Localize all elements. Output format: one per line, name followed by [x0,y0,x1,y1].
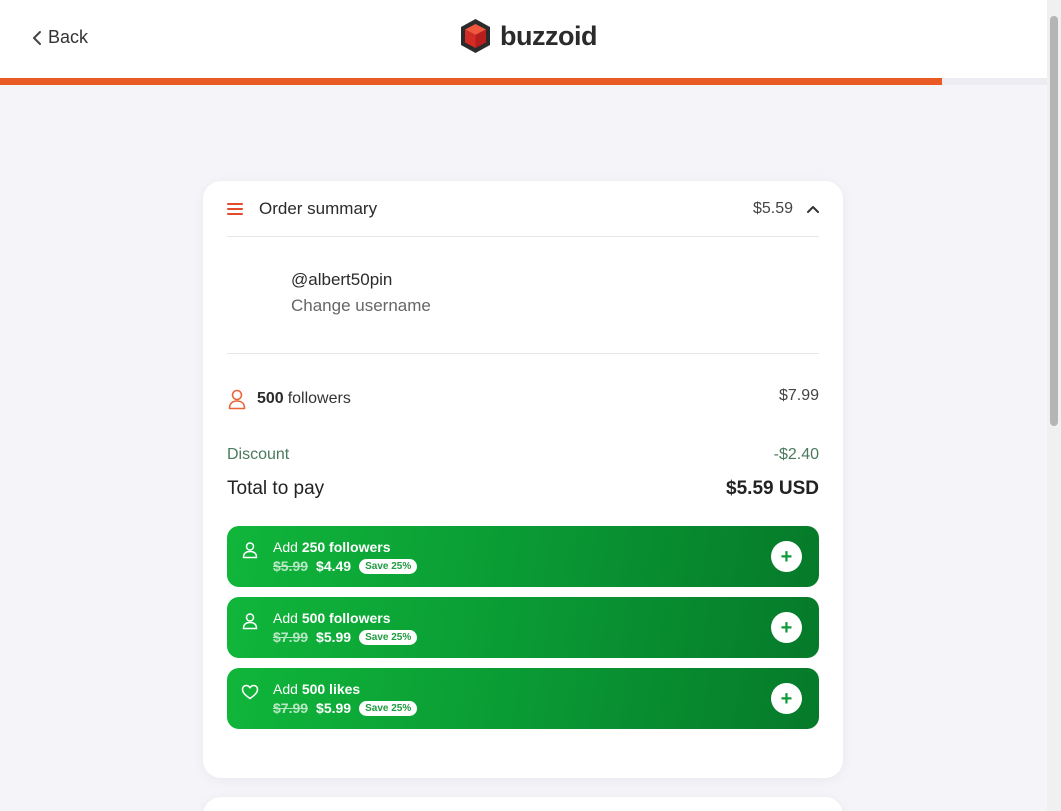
upsell-old-price: $5.99 [273,558,309,574]
chevron-left-icon [33,30,41,45]
upsell-offer: 500 followers [301,610,391,626]
save-badge: Save 25% [359,629,418,645]
upsell-prefix: Add [273,610,298,626]
order-summary-price: $5.59 [752,199,793,217]
discount-row: Discount -$2.40 [227,446,819,464]
progress-fill [0,78,943,85]
logo-text: buzzoid [500,20,597,51]
upsell-add-250-followers[interactable]: Add 250 followers $5.99 $4.49 Save 25% + [227,526,819,587]
upsell-old-price: $7.99 [273,629,309,645]
brand-logo[interactable]: buzzoid [459,18,597,54]
discount-value: -$2.40 [773,446,819,463]
upsell-text: Add 500 likes $7.99 $5.99 Save 25% [273,681,771,716]
next-card [203,797,843,811]
total-value: $5.59 USD [726,478,819,499]
upsell-offer: 250 followers [301,539,391,555]
item-label: followers [287,390,351,407]
progress-bar [0,78,1047,85]
upsell-offer: 500 likes [301,681,361,697]
upsell-new-price: $5.99 [316,629,352,645]
plus-icon: + [780,616,793,639]
save-badge: Save 25% [359,558,418,574]
upsell-add-500-likes[interactable]: Add 500 likes $7.99 $5.99 Save 25% + [227,668,819,729]
upsell-prefix: Add [273,539,298,555]
order-summary-title: Order summary [259,198,378,218]
person-icon [228,389,246,410]
change-username-link[interactable]: Change username [291,296,431,316]
discount-label: Discount [227,446,290,463]
item-price: $7.99 [778,387,819,404]
add-button[interactable]: + [771,683,802,714]
upsell-prefix: Add [273,681,298,697]
plus-icon: + [780,545,793,568]
order-summary-card: Order summary $5.59 @albert50pin Change … [203,181,843,778]
total-label: Total to pay [227,478,325,499]
scrollbar-thumb[interactable] [1050,16,1058,426]
person-icon [242,542,258,559]
upsell-old-price: $7.99 [273,700,309,716]
cube-logo-icon [461,19,490,53]
upsell-new-price: $4.49 [316,558,352,574]
item-quantity: 500 [257,390,284,407]
upsell-text: Add 250 followers $5.99 $4.49 Save 25% [273,539,771,574]
chevron-up-icon [807,205,819,213]
heart-icon [241,684,259,700]
upsell-add-500-followers[interactable]: Add 500 followers $7.99 $5.99 Save 25% + [227,597,819,658]
person-icon [242,613,258,630]
save-badge: Save 25% [359,700,418,716]
order-summary-toggle[interactable]: Order summary $5.59 [227,181,819,237]
menu-icon [227,202,243,215]
back-button[interactable]: Back [32,27,88,48]
top-header: Back buzzoid [0,0,1047,78]
add-button[interactable]: + [771,612,802,643]
total-row: Total to pay $5.59 USD [227,478,819,500]
upsell-new-price: $5.99 [316,700,352,716]
upsell-text: Add 500 followers $7.99 $5.99 Save 25% [273,610,771,645]
add-button[interactable]: + [771,541,802,572]
plus-icon: + [780,687,793,710]
username: @albert50pin [291,270,393,289]
order-item-row: 500 followers $7.99 [227,387,819,410]
divider [227,353,819,354]
back-label: Back [48,27,89,47]
page-scrollbar[interactable] [1047,0,1061,811]
